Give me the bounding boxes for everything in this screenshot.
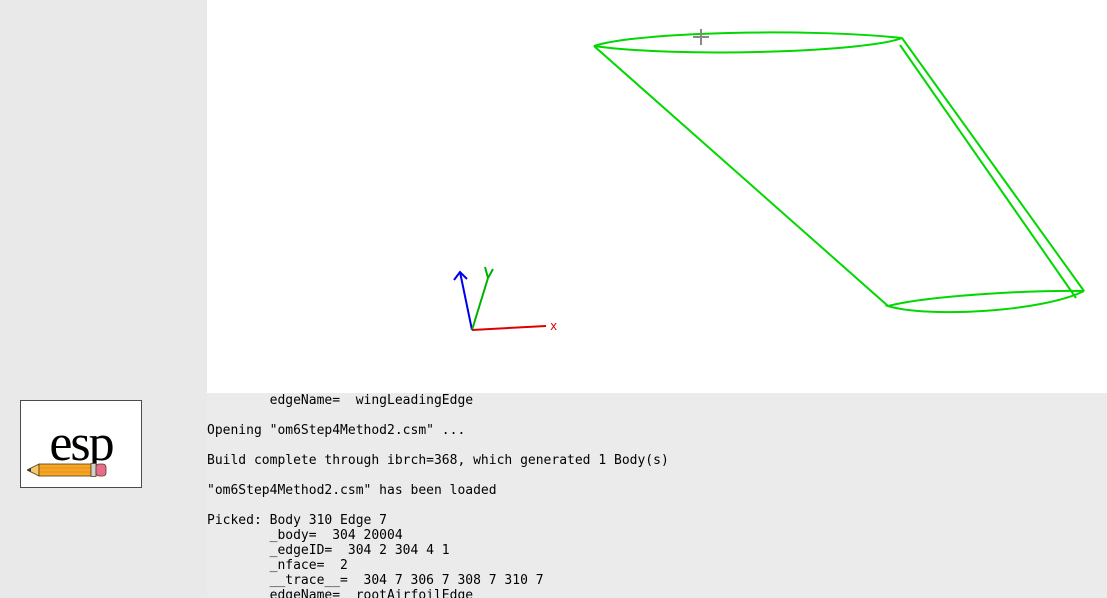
app-root: esp	[0, 0, 1107, 598]
pencil-icon	[27, 461, 107, 479]
svg-text:x: x	[550, 319, 557, 333]
logo-box[interactable]: esp	[20, 400, 142, 488]
logo-inner: esp	[25, 405, 137, 483]
console-output[interactable]: edgeName= wingLeadingEdge Opening "om6St…	[207, 393, 1107, 598]
viewport-3d[interactable]: x	[207, 0, 1107, 393]
wing-wireframe	[207, 0, 1107, 393]
console-text: edgeName= wingLeadingEdge Opening "om6St…	[207, 393, 1107, 598]
sidebar: esp	[0, 0, 207, 598]
axes-triad: x	[450, 260, 570, 340]
